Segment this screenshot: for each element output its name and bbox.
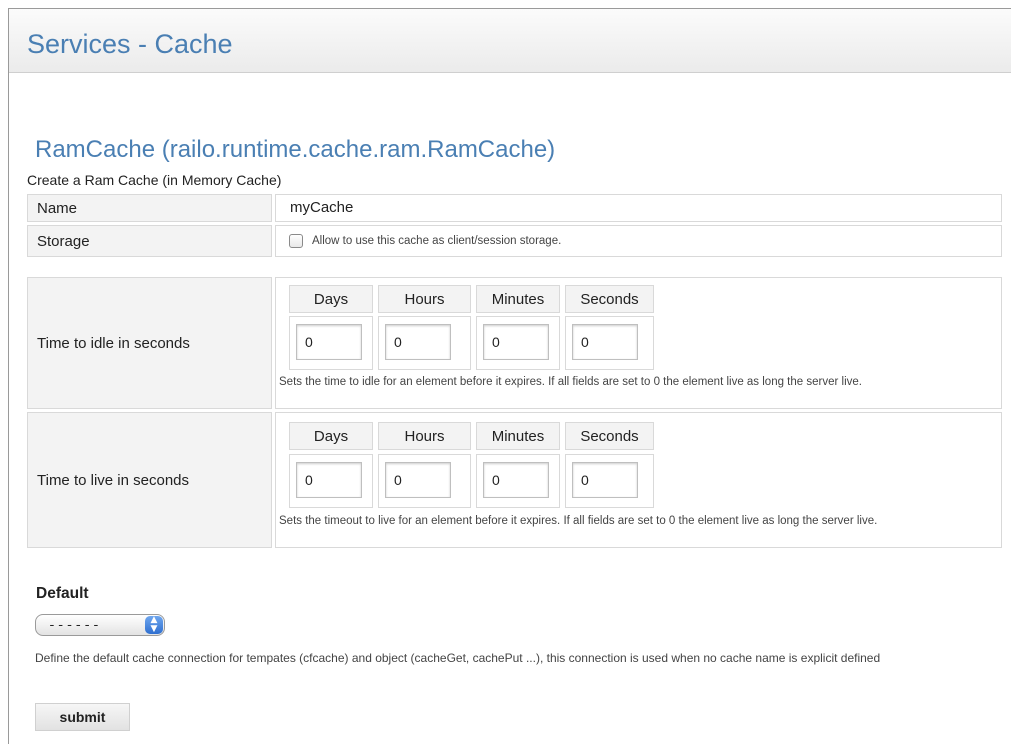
live-label: Time to live in seconds (27, 412, 272, 548)
idle-hours-cell (378, 316, 471, 370)
name-value: myCache (290, 199, 354, 216)
idle-minutes-cell (476, 316, 560, 370)
live-hours-cell (378, 454, 471, 508)
idle-days-input[interactable] (296, 324, 362, 360)
live-days-header: Days (289, 422, 373, 450)
idle-seconds-header: Seconds (565, 285, 654, 313)
idle-label-text: Time to idle in seconds (37, 334, 190, 352)
idle-value-cell: Days Hours Minutes Seconds Sets the time… (275, 277, 1002, 409)
page-header: Services - Cache (9, 9, 1011, 73)
storage-checkbox[interactable] (289, 234, 303, 248)
default-cache-select[interactable]: ------ ▲ ▼ (35, 614, 165, 636)
live-minutes-input[interactable] (483, 462, 549, 498)
idle-seconds-cell (565, 316, 654, 370)
default-help-text: Define the default cache connection for … (35, 651, 881, 665)
idle-days-cell (289, 316, 373, 370)
cache-type-title: RamCache (railo.runtime.cache.ram.RamCac… (35, 136, 556, 163)
default-cache-selected: ------ (48, 618, 101, 633)
name-label: Name (27, 194, 272, 222)
live-days-input[interactable] (296, 462, 362, 498)
live-help-text: Sets the timeout to live for an element … (279, 515, 878, 527)
storage-value-cell: Allow to use this cache as client/sessio… (275, 225, 1002, 257)
select-arrows-icon: ▲ ▼ (145, 616, 163, 634)
idle-hours-header: Hours (378, 285, 471, 313)
cache-type-description: Create a Ram Cache (in Memory Cache) (27, 172, 282, 188)
live-days-cell (289, 454, 373, 508)
submit-button[interactable]: submit (35, 703, 130, 731)
live-seconds-input[interactable] (572, 462, 638, 498)
storage-label-text: Storage (37, 232, 90, 250)
idle-minutes-input[interactable] (483, 324, 549, 360)
live-hours-header: Hours (378, 422, 471, 450)
page-title: Services - Cache (27, 29, 233, 59)
name-label-text: Name (37, 199, 78, 217)
idle-label: Time to idle in seconds (27, 277, 272, 409)
live-hours-input[interactable] (385, 462, 451, 498)
live-seconds-cell (565, 454, 654, 508)
live-value-cell: Days Hours Minutes Seconds Sets the time… (275, 412, 1002, 548)
idle-seconds-input[interactable] (572, 324, 638, 360)
idle-minutes-header: Minutes (476, 285, 560, 313)
live-minutes-header: Minutes (476, 422, 560, 450)
storage-checkbox-label: Allow to use this cache as client/sessio… (312, 235, 562, 247)
live-minutes-cell (476, 454, 560, 508)
idle-days-header: Days (289, 285, 373, 313)
idle-hours-input[interactable] (385, 324, 451, 360)
name-value-cell: myCache (275, 194, 1002, 222)
storage-label: Storage (27, 225, 272, 257)
default-label: Default (36, 585, 89, 602)
live-label-text: Time to live in seconds (37, 471, 190, 489)
idle-help-text: Sets the time to idle for an element bef… (279, 376, 862, 388)
live-seconds-header: Seconds (565, 422, 654, 450)
